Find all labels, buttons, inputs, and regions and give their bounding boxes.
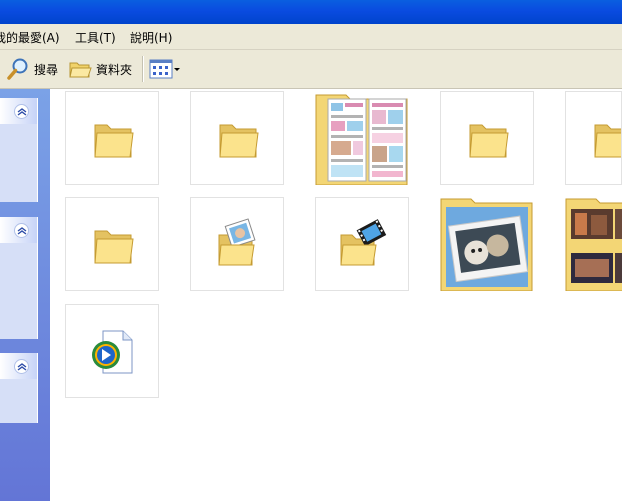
menu-tools[interactable]: 工具(T)	[75, 29, 116, 46]
task-panel-1	[0, 98, 38, 202]
folder-item[interactable]	[440, 91, 534, 185]
folder-icon	[594, 124, 621, 158]
search-button[interactable]: 搜尋	[6, 56, 58, 82]
task-panel-2	[0, 217, 38, 339]
folder-thumbnail-item[interactable]	[315, 91, 409, 185]
folders-label: 資料夾	[96, 62, 133, 77]
photos-folder-item[interactable]	[565, 197, 622, 291]
folder-icon	[219, 124, 259, 158]
photo-folder-item[interactable]	[440, 197, 534, 291]
folder-item[interactable]	[65, 197, 159, 291]
title-bar	[0, 0, 622, 24]
folder-icon	[94, 124, 134, 158]
pictures-folder-item[interactable]	[190, 197, 284, 291]
folder-icon	[469, 124, 509, 158]
menu-help[interactable]: 說明(H)	[130, 29, 172, 46]
search-label: 搜尋	[34, 62, 59, 77]
folder-item[interactable]	[565, 91, 622, 185]
task-pane	[0, 89, 50, 501]
view-menu-icon	[149, 59, 173, 79]
task-panel-3-header[interactable]	[0, 353, 37, 379]
media-file-icon	[92, 330, 133, 374]
collapse-chevron-icon[interactable]	[14, 223, 29, 238]
folder-icon	[440, 198, 533, 291]
picture-folder-icon	[218, 218, 256, 266]
toolbar-separator	[142, 56, 144, 82]
videos-folder-item[interactable]	[315, 197, 409, 291]
folder-icon	[315, 94, 408, 185]
collapse-chevron-icon[interactable]	[14, 359, 29, 374]
folder-icon	[565, 198, 622, 291]
chevron-down-icon	[174, 68, 180, 71]
video-folder-icon	[340, 219, 387, 266]
search-icon	[7, 58, 28, 80]
folder-icon	[94, 230, 134, 264]
menu-bar: 我的最愛(A) 工具(T) 說明(H)	[0, 24, 622, 50]
file-view	[51, 89, 622, 501]
folders-button[interactable]: 資料夾	[68, 56, 132, 82]
task-panel-2-header[interactable]	[0, 217, 37, 243]
folder-item[interactable]	[65, 91, 159, 185]
media-file-item[interactable]	[65, 304, 159, 398]
collapse-chevron-icon[interactable]	[14, 104, 29, 119]
task-panel-1-header[interactable]	[0, 98, 37, 124]
views-button[interactable]	[149, 56, 181, 82]
folders-icon	[69, 62, 92, 78]
toolbar: 搜尋 資料夾	[0, 50, 622, 89]
menu-favorites[interactable]: 我的最愛(A)	[0, 29, 60, 46]
task-panel-3	[0, 353, 38, 423]
folder-item[interactable]	[190, 91, 284, 185]
